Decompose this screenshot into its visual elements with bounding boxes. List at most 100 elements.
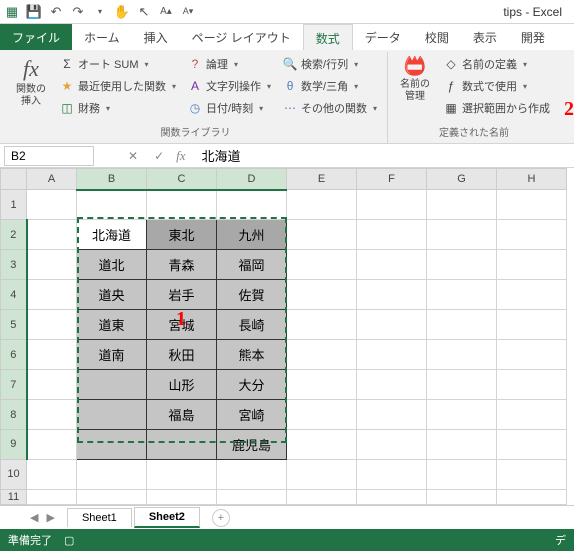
sheet-nav-arrows[interactable]: ◀▶ [20, 511, 65, 524]
row-header-7[interactable]: 7 [1, 370, 27, 400]
fx-icon: fx [23, 56, 39, 82]
cell-C4[interactable]: 岩手 [147, 280, 217, 310]
tab-insert[interactable]: 挿入 [132, 24, 180, 50]
cell-B4[interactable]: 道央 [77, 280, 147, 310]
cell-B2[interactable]: 北海道 [77, 220, 147, 250]
cell-B9[interactable] [77, 430, 147, 460]
col-header-D[interactable]: D [217, 169, 287, 190]
cell-C8[interactable]: 福島 [147, 400, 217, 430]
group-defined-names: 📛 名前の 管理 ◇名前の定義▾ ƒ数式で使用▾ ▦選択範囲から作成 定義された… [388, 52, 560, 143]
cell-C2[interactable]: 東北 [147, 220, 217, 250]
row-header-2[interactable]: 2 [1, 220, 27, 250]
col-header-E[interactable]: E [287, 169, 357, 190]
group-label-library: 関数ライブラリ [10, 122, 381, 143]
col-header-C[interactable]: C [147, 169, 217, 190]
name-manager-button[interactable]: 📛 名前の 管理 [394, 54, 436, 105]
cell-B3[interactable]: 道北 [77, 250, 147, 280]
macro-record-icon[interactable]: ▢ [64, 534, 74, 547]
row-header-4[interactable]: 4 [1, 280, 27, 310]
define-name-button[interactable]: ◇名前の定義▾ [440, 54, 554, 74]
cell-D3[interactable]: 福岡 [217, 250, 287, 280]
ribbon: fx 関数の 挿入 Σオート SUM▾ ★最近使用した関数▾ ◫財務▾ ?論理▾… [0, 50, 574, 144]
col-header-G[interactable]: G [427, 169, 497, 190]
cursor-icon[interactable]: ↖ [136, 4, 152, 20]
cell-D4[interactable]: 佐賀 [217, 280, 287, 310]
group-label-names: 定義された名前 [394, 122, 554, 143]
math-button[interactable]: θ数学/三角▾ [279, 76, 381, 96]
row-header-5[interactable]: 5 [1, 310, 27, 340]
row-header-10[interactable]: 10 [1, 459, 27, 489]
qat-dropdown-icon[interactable]: ▾ [92, 4, 108, 20]
touch-mode-icon[interactable]: ✋ [114, 4, 130, 20]
autosum-button[interactable]: Σオート SUM▾ [56, 54, 180, 74]
annotation-2: 2 [564, 98, 574, 121]
cell-B7[interactable] [77, 370, 147, 400]
tab-file[interactable]: ファイル [0, 24, 72, 50]
cell-B5[interactable]: 道東 [77, 310, 147, 340]
sheet-tab-2[interactable]: Sheet2 [134, 507, 200, 528]
status-right: デ [555, 532, 566, 548]
tab-pagelayout[interactable]: ページ レイアウト [180, 24, 303, 50]
cell-D5[interactable]: 長崎 [217, 310, 287, 340]
recent-functions-button[interactable]: ★最近使用した関数▾ [56, 76, 180, 96]
financial-button[interactable]: ◫財務▾ [56, 98, 180, 118]
spreadsheet-grid[interactable]: A B C D E F G H 1 2 北海道 東北 九州 3 道北 青森 福岡… [0, 168, 574, 505]
cell-D6[interactable]: 熊本 [217, 340, 287, 370]
cell-C3[interactable]: 青森 [147, 250, 217, 280]
cell-B8[interactable] [77, 400, 147, 430]
add-sheet-button[interactable]: + [212, 509, 230, 527]
use-in-formula-button[interactable]: ƒ数式で使用▾ [440, 76, 554, 96]
datetime-button[interactable]: ◷日付/時刻▾ [184, 98, 275, 118]
row-header-3[interactable]: 3 [1, 250, 27, 280]
insert-function-button[interactable]: fx 関数の 挿入 [10, 54, 52, 110]
cell-D8[interactable]: 宮崎 [217, 400, 287, 430]
tab-dev[interactable]: 開発 [509, 24, 557, 50]
group-function-library: fx 関数の 挿入 Σオート SUM▾ ★最近使用した関数▾ ◫財務▾ ?論理▾… [4, 52, 388, 143]
tab-data[interactable]: データ [353, 24, 413, 50]
font-smaller-icon[interactable]: A▾ [180, 4, 196, 20]
sheet-tab-1[interactable]: Sheet1 [67, 508, 132, 527]
select-all-corner[interactable] [1, 169, 27, 190]
next-sheet-icon[interactable]: ▶ [46, 511, 54, 524]
redo-icon[interactable]: ↷ [70, 4, 86, 20]
row-header-9[interactable]: 9 [1, 430, 27, 460]
col-header-H[interactable]: H [497, 169, 567, 190]
tab-view[interactable]: 表示 [461, 24, 509, 50]
tab-review[interactable]: 校閲 [413, 24, 461, 50]
tag-icon: ◇ [444, 57, 458, 71]
row-header-11[interactable]: 11 [1, 489, 27, 504]
quick-access-toolbar: ▦ 💾 ↶ ↷ ▾ ✋ ↖ A▴ A▾ [4, 4, 196, 20]
cell-C7[interactable]: 山形 [147, 370, 217, 400]
cell-D9[interactable]: 鹿児島 [217, 430, 287, 460]
tab-formulas[interactable]: 数式 [303, 24, 353, 50]
fx-label-icon[interactable]: fx [176, 148, 185, 164]
lookup-button[interactable]: 🔍検索/行列▾ [279, 54, 381, 74]
cell-C9[interactable] [147, 430, 217, 460]
create-from-selection-button[interactable]: ▦選択範囲から作成 [440, 98, 554, 118]
col-header-B[interactable]: B [77, 169, 147, 190]
formula-input[interactable] [194, 146, 314, 165]
row-header-1[interactable]: 1 [1, 190, 27, 220]
cell-B6[interactable]: 道南 [77, 340, 147, 370]
font-bigger-icon[interactable]: A▴ [158, 4, 174, 20]
status-bar: 準備完了 ▢ デ [0, 529, 574, 551]
status-text: 準備完了 [8, 532, 52, 548]
row-header-8[interactable]: 8 [1, 400, 27, 430]
undo-icon[interactable]: ↶ [48, 4, 64, 20]
cell-D2[interactable]: 九州 [217, 220, 287, 250]
name-box[interactable] [4, 146, 94, 166]
cancel-formula-icon[interactable]: ✕ [124, 149, 142, 163]
cell-D7[interactable]: 大分 [217, 370, 287, 400]
col-header-F[interactable]: F [357, 169, 427, 190]
enter-formula-icon[interactable]: ✓ [150, 149, 168, 163]
cell-C6[interactable]: 秋田 [147, 340, 217, 370]
save-icon[interactable]: 💾 [26, 4, 42, 20]
col-header-A[interactable]: A [27, 169, 77, 190]
row-header-6[interactable]: 6 [1, 340, 27, 370]
prev-sheet-icon[interactable]: ◀ [30, 511, 38, 524]
text-button[interactable]: A文字列操作▾ [184, 76, 275, 96]
logical-button[interactable]: ?論理▾ [184, 54, 275, 74]
cell-C5[interactable]: 宮城 [147, 310, 217, 340]
tab-home[interactable]: ホーム [72, 24, 132, 50]
other-functions-button[interactable]: ⋯その他の関数▾ [279, 98, 381, 118]
